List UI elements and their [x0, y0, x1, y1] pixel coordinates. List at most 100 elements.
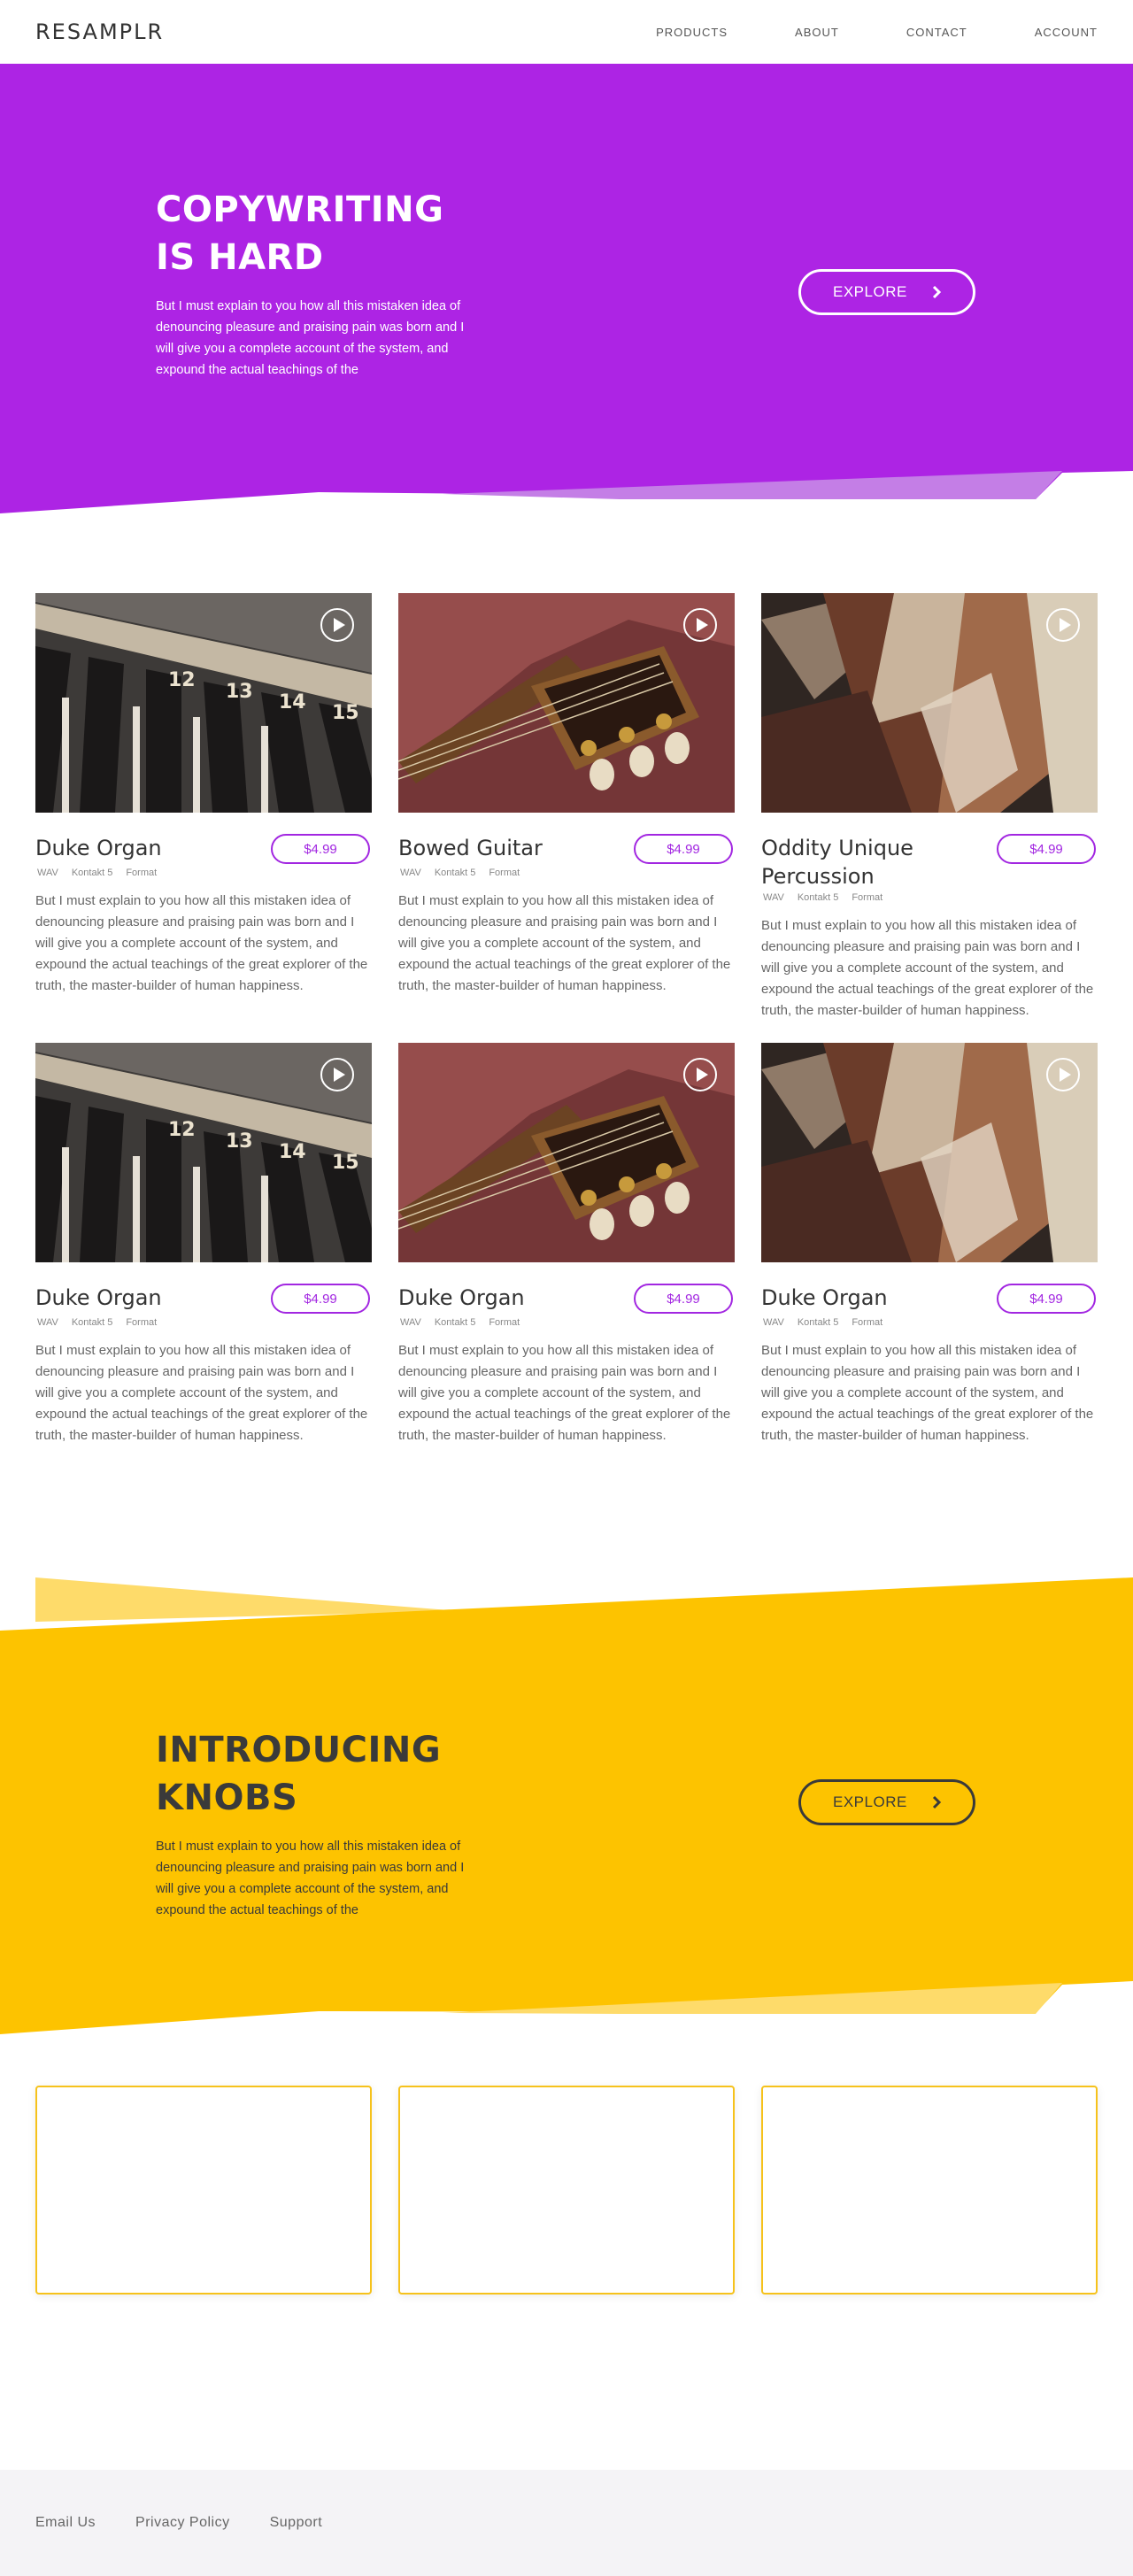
- tag: Kontakt 5: [797, 892, 839, 903]
- product-description: But I must explain to you how all this m…: [35, 893, 368, 993]
- svg-text:12: 12: [168, 1119, 196, 1141]
- product-description: But I must explain to you how all this m…: [35, 1343, 368, 1443]
- product-title[interactable]: Duke Organ: [761, 1284, 938, 1312]
- card-header: Duke Organ $4.99: [35, 1284, 372, 1315]
- price-button[interactable]: $4.99: [634, 1284, 733, 1314]
- footer-privacy-link[interactable]: Privacy Policy: [135, 2515, 230, 2531]
- product-title[interactable]: Duke Organ: [35, 834, 212, 862]
- tag: WAV: [37, 868, 58, 878]
- card-header: Duke Organ $4.99: [35, 834, 372, 866]
- nav-contact[interactable]: CONTACT: [906, 26, 967, 39]
- play-icon[interactable]: [1046, 608, 1080, 642]
- product-description: But I must explain to you how all this m…: [398, 893, 731, 993]
- product-card[interactable]: Duke Organ $4.99 WAV Kontakt 5 Format Bu…: [761, 1043, 1098, 1446]
- format-tags: WAV Kontakt 5 Format: [398, 1317, 735, 1328]
- product-card[interactable]: Bowed Guitar $4.99 WAV Kontakt 5 Format …: [398, 593, 735, 997]
- svg-text:13: 13: [226, 1130, 253, 1153]
- tag: Format: [126, 1317, 158, 1328]
- footer-email-link[interactable]: Email Us: [35, 2515, 96, 2531]
- price-button[interactable]: $4.99: [997, 1284, 1096, 1314]
- product-card[interactable]: Duke Organ $4.99 WAV Kontakt 5 Format Bu…: [398, 1043, 735, 1446]
- top-nav: RESAMPLR PRODUCTS ABOUT CONTACT ACCOUNT: [0, 0, 1133, 64]
- format-tags: WAV Kontakt 5 Format: [398, 868, 735, 878]
- play-icon[interactable]: [320, 1058, 354, 1091]
- knobs-content: INTRODUCING KNOBS But I must explain to …: [156, 1726, 483, 1921]
- tag: Kontakt 5: [71, 868, 113, 878]
- tag: Format: [852, 892, 883, 903]
- svg-text:12: 12: [168, 669, 196, 691]
- knobs-text: But I must explain to you how all this m…: [156, 1839, 465, 1917]
- hero-text: But I must explain to you how all this m…: [156, 299, 465, 377]
- product-card[interactable]: 12 13 14 15 Duke Organ $4.99 WAV Kontakt 5 …: [35, 1043, 372, 1446]
- svg-text:14: 14: [279, 1141, 306, 1163]
- product-image-piano[interactable]: 12 13 14 15: [35, 1043, 372, 1262]
- hero-title: COPYWRITING IS HARD: [156, 189, 444, 278]
- tag: WAV: [400, 1317, 421, 1328]
- knobs-explore-label: EXPLORE: [833, 1793, 907, 1810]
- product-description: But I must explain to you how all this m…: [398, 1343, 731, 1443]
- knobs-explore-button[interactable]: EXPLORE: [798, 1779, 975, 1825]
- chevron-right-icon: [932, 285, 942, 299]
- product-description: But I must explain to you how all this m…: [761, 1343, 1094, 1443]
- product-image-guitar[interactable]: [398, 1043, 735, 1262]
- play-icon[interactable]: [683, 608, 717, 642]
- tag: Format: [489, 868, 520, 878]
- nav-account[interactable]: ACCOUNT: [1035, 26, 1098, 39]
- product-image-percussion[interactable]: [761, 1043, 1098, 1262]
- product-title[interactable]: Duke Organ: [35, 1284, 212, 1312]
- nav-links: PRODUCTS ABOUT CONTACT ACCOUNT: [589, 0, 1098, 64]
- card-header: Bowed Guitar $4.99: [398, 834, 735, 866]
- price-button[interactable]: $4.99: [271, 1284, 370, 1314]
- price-button[interactable]: $4.99: [997, 834, 1096, 864]
- product-title[interactable]: Duke Organ: [398, 1284, 575, 1312]
- format-tags: WAV Kontakt 5 Format: [35, 868, 372, 878]
- tag: Kontakt 5: [797, 1317, 839, 1328]
- card-header: Duke Organ $4.99: [761, 1284, 1098, 1315]
- tag: Kontakt 5: [434, 868, 476, 878]
- chevron-right-icon: [932, 1795, 942, 1809]
- product-title[interactable]: Oddity Unique Percussion: [761, 834, 938, 891]
- hero-explore-button[interactable]: EXPLORE: [798, 269, 975, 315]
- tag: WAV: [763, 1317, 784, 1328]
- hero-content: COPYWRITING IS HARD But I must explain t…: [156, 186, 483, 381]
- price-button[interactable]: $4.99: [271, 834, 370, 864]
- product-description: But I must explain to you how all this m…: [761, 918, 1094, 1018]
- nav-products[interactable]: PRODUCTS: [656, 26, 728, 39]
- price-button[interactable]: $4.99: [634, 834, 733, 864]
- svg-text:14: 14: [279, 691, 306, 713]
- hero-explore-label: EXPLORE: [833, 283, 907, 300]
- feature-box[interactable]: [761, 2086, 1098, 2294]
- play-icon[interactable]: [1046, 1058, 1080, 1091]
- play-icon[interactable]: [683, 1058, 717, 1091]
- tag: Format: [126, 868, 158, 878]
- feature-box[interactable]: [35, 2086, 372, 2294]
- card-header: Oddity Unique Percussion $4.99: [761, 834, 1098, 891]
- play-icon[interactable]: [320, 608, 354, 642]
- knobs-section: INTRODUCING KNOBS But I must explain to …: [0, 1567, 1133, 2045]
- product-card[interactable]: 12 13 14 15 Duke Organ $4.99 WAV Kontakt 5 …: [35, 593, 372, 997]
- format-tags: WAV Kontakt 5 Format: [761, 1317, 1098, 1328]
- format-tags: WAV Kontakt 5 Format: [761, 892, 1098, 903]
- knobs-title: INTRODUCING KNOBS: [156, 1730, 442, 1818]
- tag: Format: [852, 1317, 883, 1328]
- brand-logo[interactable]: RESAMPLR: [35, 19, 164, 44]
- svg-text:13: 13: [226, 681, 253, 703]
- hero-section: COPYWRITING IS HARD But I must explain t…: [0, 64, 1133, 524]
- svg-text:15: 15: [332, 1152, 359, 1174]
- product-image-piano[interactable]: 12 13 14 15: [35, 593, 372, 813]
- nav-about[interactable]: ABOUT: [795, 26, 839, 39]
- tag: Format: [489, 1317, 520, 1328]
- tag: WAV: [763, 892, 784, 903]
- svg-text:15: 15: [332, 702, 359, 724]
- product-image-percussion[interactable]: [761, 593, 1098, 813]
- feature-box[interactable]: [398, 2086, 735, 2294]
- tag: Kontakt 5: [71, 1317, 113, 1328]
- product-title[interactable]: Bowed Guitar: [398, 834, 575, 862]
- footer-support-link[interactable]: Support: [270, 2515, 323, 2531]
- product-image-guitar[interactable]: [398, 593, 735, 813]
- tag: Kontakt 5: [434, 1317, 476, 1328]
- format-tags: WAV Kontakt 5 Format: [35, 1317, 372, 1328]
- footer: Email Us Privacy Policy Support: [0, 2470, 1133, 2576]
- product-card[interactable]: Oddity Unique Percussion $4.99 WAV Konta…: [761, 593, 1098, 1022]
- tag: WAV: [37, 1317, 58, 1328]
